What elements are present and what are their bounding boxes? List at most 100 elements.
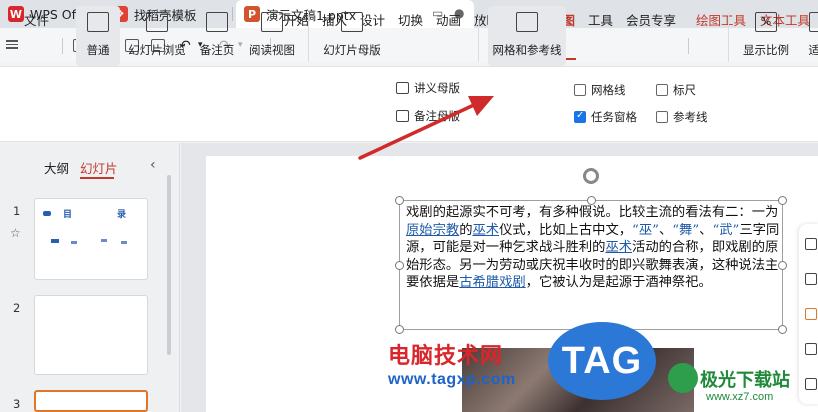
slide-number: 3: [13, 397, 21, 411]
jiguang-logo-icon: [668, 363, 698, 393]
rotate-handle-icon[interactable]: [583, 168, 599, 184]
task-pane-checkbox[interactable]: 任务窗格: [574, 109, 637, 125]
menu-transitions[interactable]: 切换: [398, 10, 423, 29]
hyperlink[interactable]: 巫术: [472, 223, 499, 238]
menu-animations[interactable]: 动画: [436, 10, 461, 29]
grid-icon: [516, 12, 538, 32]
text-run: “舞”: [672, 222, 700, 238]
handout-master-button[interactable]: 讲义母版: [396, 80, 460, 96]
slide-sorter-button[interactable]: 幻灯片浏览: [126, 6, 188, 66]
thumb-mark: [51, 239, 59, 243]
text-run: 、: [658, 222, 673, 238]
fit-button[interactable]: 适应: [800, 6, 818, 66]
ribbon-divider: [728, 12, 729, 62]
text-run: “武”: [712, 222, 740, 238]
reading-view-button[interactable]: 阅读视图: [246, 6, 298, 66]
task-pane-label: 任务窗格: [591, 110, 637, 124]
slide-sorter-label: 幻灯片浏览: [128, 43, 186, 57]
fit-label: 适应: [808, 43, 818, 57]
collapse-pane-icon[interactable]: ‹: [150, 157, 156, 173]
watermark-site-name: 电脑技术网: [388, 344, 504, 369]
chevron-down-icon[interactable]: ▾: [238, 40, 243, 50]
notes-master-label: 备注母版: [414, 109, 460, 123]
slide-master-label: 幻灯片母版: [323, 43, 381, 57]
watermark-site-url: www.tagxp.com: [388, 371, 516, 388]
gridlines-checkbox-box[interactable]: [574, 84, 586, 96]
menu-member[interactable]: 会员专享: [626, 10, 676, 29]
ruler-checkbox-box[interactable]: [656, 84, 668, 96]
ribbon: [0, 66, 818, 142]
notes-master-icon: [396, 110, 409, 122]
notes-master-button[interactable]: 备注母版: [396, 108, 460, 124]
thumb-title: 录: [117, 210, 127, 220]
hyperlink[interactable]: 古希腊戏剧: [459, 275, 525, 290]
active-pane-indicator: [80, 177, 114, 179]
fit-window-icon: [809, 12, 818, 32]
book-icon: [261, 12, 283, 32]
menu-tools[interactable]: 工具: [588, 10, 613, 29]
zoom-ratio-label: 显示比例: [743, 43, 789, 57]
divider: [688, 38, 689, 54]
text-run: “巫”: [632, 222, 659, 238]
pane-scrollbar[interactable]: [167, 175, 171, 355]
hyperlink[interactable]: 原始宗教: [406, 223, 459, 238]
text-run: 戏剧的起源实不可考，有多种假说。比较主流的看法有二：一为: [406, 205, 779, 220]
thumb-mark: [121, 241, 127, 244]
reading-view-label: 阅读视图: [249, 43, 295, 57]
slide-thumbnail-1[interactable]: 目 录: [34, 198, 148, 280]
slide-master-button[interactable]: 幻灯片母版: [320, 6, 384, 66]
grid-and-guides-label: 网格和参考线: [492, 43, 562, 57]
wps-logo-icon: W: [8, 6, 24, 22]
guides-checkbox[interactable]: 参考线: [656, 109, 708, 125]
handout-master-icon: [396, 82, 409, 94]
text-run: 仪式，比如上古中文，: [499, 222, 633, 238]
hamburger-menu-icon[interactable]: [6, 38, 18, 51]
menu-bar: [0, 28, 818, 62]
slide-body-text[interactable]: 戏剧的起源实不可考，有多种假说。比较主流的看法有二：一为原始宗教的巫术仪式，比如…: [406, 204, 782, 292]
normal-view-icon: [87, 12, 109, 32]
normal-view-button[interactable]: 普通: [76, 6, 120, 66]
normal-view-label: 普通: [86, 43, 110, 57]
star-icon[interactable]: ☆: [10, 226, 21, 240]
notes-page-icon: [206, 12, 228, 32]
percent-icon: %: [755, 12, 777, 32]
ruler-label: 标尺: [673, 83, 696, 97]
thumb-title: 目: [63, 210, 73, 220]
slide-panel-icon[interactable]: [805, 343, 817, 355]
hyperlink[interactable]: 巫术: [605, 240, 632, 255]
divider: [62, 38, 63, 54]
resize-handle[interactable]: [778, 325, 787, 334]
resize-handle[interactable]: [395, 196, 404, 205]
layers-icon[interactable]: [805, 238, 817, 250]
slide-thumbnail-2[interactable]: [34, 295, 148, 375]
tab-slides[interactable]: 幻灯片: [80, 158, 118, 177]
tag-text: TAG: [561, 339, 643, 382]
gridlines-checkbox[interactable]: 网格线: [574, 82, 626, 98]
zoom-ratio-button[interactable]: % 显示比例: [738, 6, 794, 66]
expand-icon[interactable]: [805, 378, 817, 390]
handout-master-label: 讲义母版: [414, 81, 460, 95]
guides-checkbox-box[interactable]: [656, 111, 668, 123]
gridlines-label: 网格线: [591, 83, 626, 97]
watermark-brand-url: www.xz7.com: [706, 391, 774, 403]
grid-and-guides-button[interactable]: 网格和参考线: [488, 6, 566, 66]
resize-handle[interactable]: [395, 261, 404, 270]
thumb-mark: [101, 239, 107, 242]
pen-icon[interactable]: [805, 273, 817, 285]
fill-icon[interactable]: [805, 308, 817, 320]
text-run: 、: [699, 222, 713, 238]
tag-watermark-logo: TAG: [548, 322, 656, 400]
notes-page-button[interactable]: 备注页: [196, 6, 238, 66]
tab-outline[interactable]: 大纲: [44, 158, 69, 177]
menu-file[interactable]: 文件: [24, 10, 49, 29]
watermark-brand: 极光下载站: [700, 370, 790, 391]
thumb-bullet: [43, 211, 51, 216]
ribbon-divider: [308, 12, 309, 62]
slide-thumbnail-3[interactable]: [34, 390, 148, 412]
task-pane-checkbox-box[interactable]: [574, 110, 586, 123]
ruler-checkbox[interactable]: 标尺: [656, 82, 696, 98]
thumb-mark: [71, 241, 77, 244]
slide-sorter-icon: [146, 12, 168, 32]
resize-handle[interactable]: [395, 325, 404, 334]
slide-master-icon: [341, 12, 363, 32]
